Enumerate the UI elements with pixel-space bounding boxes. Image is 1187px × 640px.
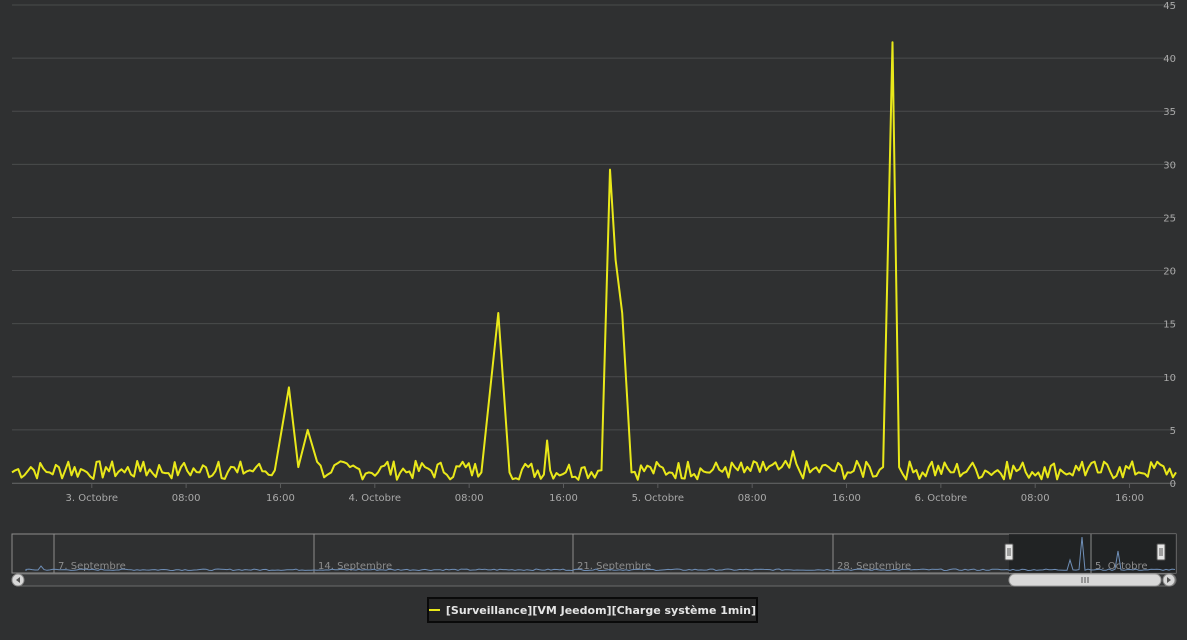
x-tick-label: 16:00: [266, 493, 295, 504]
series-line[interactable]: [11, 41, 1177, 481]
y-tick-label: 20: [1163, 267, 1176, 278]
y-tick-label: 45: [1163, 1, 1176, 12]
chart: 0 5 10 15 20 25 30 35 40 45 3. Octobre 08:00 16:00 4…: [11, 1, 1177, 587]
navigator-selection[interactable]: [1009, 534, 1176, 573]
x-tick-label: 16:00: [1115, 493, 1144, 504]
x-axis: 3. Octobre 08:00 16:00 4. Octobre 08:00 16:00…: [66, 483, 1144, 504]
x-tick-label: 08:00: [1021, 493, 1050, 504]
y-tick-label: 5: [1170, 426, 1176, 437]
x-tick-label: 08:00: [738, 493, 767, 504]
navigator[interactable]: 7. Septembre 14. Septembre 21. Septembre 28…: [11, 533, 1177, 587]
y-tick-label: 15: [1163, 320, 1176, 331]
y-tick-label: 30: [1163, 160, 1176, 171]
series-area: [11, 41, 1177, 481]
x-tick-label: 3. Octobre: [66, 493, 119, 504]
x-tick-label: 08:00: [455, 493, 484, 504]
x-tick-label: 16:00: [832, 493, 861, 504]
navigator-handle-right[interactable]: [1156, 543, 1166, 561]
grid-lines: [12, 4, 1176, 484]
x-tick-label: 6. Octobre: [915, 493, 968, 504]
y-tick-label: 40: [1163, 54, 1176, 65]
legend-label: [Surveillance][VM Jeedom][Charge système…: [445, 603, 756, 617]
navigator-handle-left[interactable]: [1004, 543, 1014, 561]
legend[interactable]: [Surveillance][VM Jeedom][Charge système…: [427, 597, 758, 623]
x-tick-label: 4. Octobre: [349, 493, 402, 504]
y-tick-label: 35: [1163, 107, 1176, 118]
x-tick-label: 5. Octobre: [632, 493, 685, 504]
y-axis: 0 5 10 15 20 25 30 35 40 45: [1163, 1, 1176, 490]
y-tick-label: 25: [1163, 213, 1176, 224]
y-tick-label: 0: [1170, 479, 1176, 490]
x-tick-label: 16:00: [549, 493, 578, 504]
legend-symbol: [429, 609, 440, 611]
y-tick-label: 10: [1163, 373, 1176, 384]
x-tick-label: 08:00: [172, 493, 201, 504]
scrollbar-track[interactable]: [11, 573, 1177, 587]
